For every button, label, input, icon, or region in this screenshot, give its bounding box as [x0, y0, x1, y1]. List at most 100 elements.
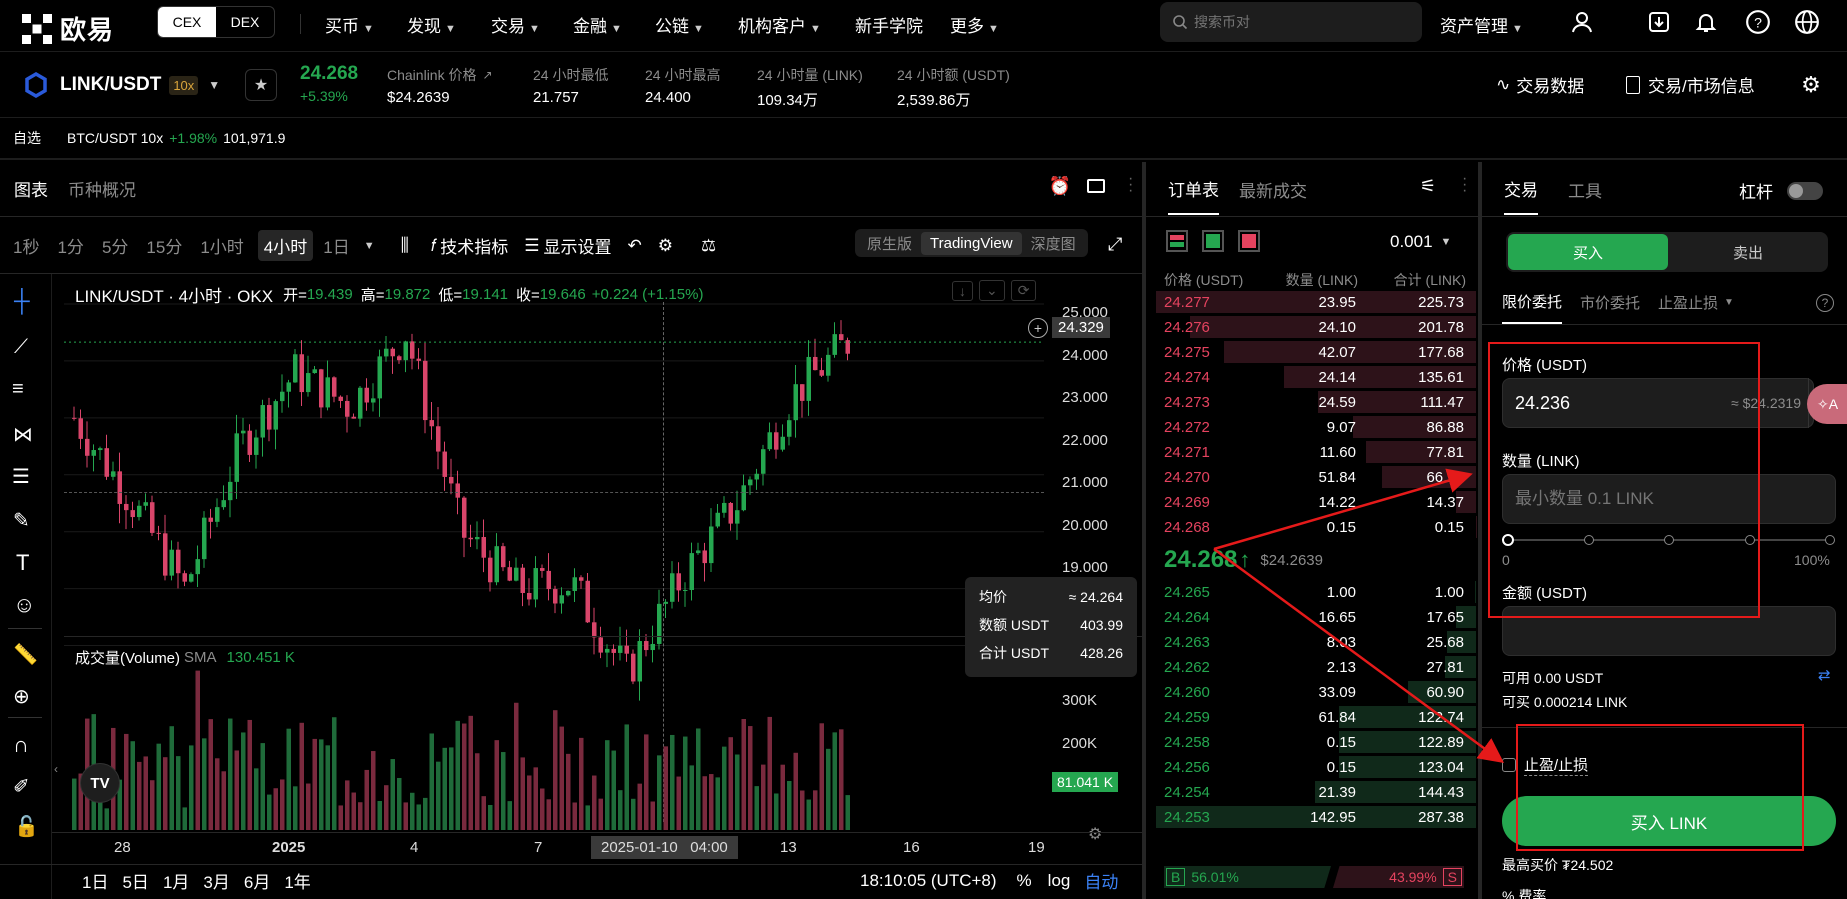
favorite-star-icon[interactable]: ★ — [245, 69, 277, 101]
range-5d[interactable]: 5日 — [122, 868, 148, 893]
both-sides-icon[interactable] — [1166, 230, 1188, 252]
filter-settings-icon[interactable]: ⚟ — [1420, 176, 1436, 197]
external-link-icon[interactable]: ↗ — [482, 68, 492, 82]
magnet-icon[interactable]: ∩ — [13, 732, 29, 758]
add-alert-icon[interactable]: ⏰ — [1046, 172, 1074, 200]
interval-1d[interactable]: 1日 — [323, 233, 349, 258]
ask-row[interactable]: 24.269 14.22 14.37 — [1146, 490, 1476, 515]
range-3m[interactable]: 3月 — [203, 868, 229, 893]
text-tool-icon[interactable]: T — [16, 550, 29, 576]
bid-row[interactable]: 24.254 21.39 144.43 — [1146, 780, 1476, 805]
market-info-link[interactable]: 交易/市场信息 — [1626, 72, 1755, 97]
range-1d[interactable]: 1日 — [82, 868, 108, 893]
asks-only-icon[interactable] — [1238, 230, 1260, 252]
interval-1s[interactable]: 1秒 — [13, 233, 39, 258]
indicators-button[interactable]: 𝑓 技术指标 — [431, 233, 508, 258]
percent-toggle[interactable]: % — [1017, 871, 1032, 891]
tab-trade[interactable]: 交易 — [1504, 176, 1538, 215]
gear-icon[interactable]: ⚙ — [658, 236, 673, 256]
bell-icon[interactable] — [1692, 8, 1720, 36]
favorite-item[interactable]: BTC/USDT 10x +1.98% 101,971.9 — [67, 130, 285, 146]
search-box[interactable] — [1160, 2, 1422, 42]
help-icon[interactable]: ? — [1744, 8, 1772, 36]
ask-row[interactable]: 24.275 42.07 177.68 — [1146, 340, 1476, 365]
bid-row[interactable]: 24.253 142.95 287.38 — [1146, 805, 1476, 830]
bids-only-icon[interactable] — [1202, 230, 1224, 252]
ruler-icon[interactable]: 📏 — [13, 642, 38, 667]
view-tradingview[interactable]: TradingView — [921, 231, 1022, 255]
leverage-toggle[interactable] — [1787, 181, 1823, 200]
range-1m[interactable]: 1月 — [163, 868, 189, 893]
display-settings-button[interactable]: ☰ 显示设置 — [524, 233, 611, 258]
emoji-icon[interactable]: ☺ — [13, 592, 35, 618]
candle-type-icon[interactable]: ⫼ — [401, 235, 409, 256]
ask-row[interactable]: 24.277 23.95 225.73 — [1146, 290, 1476, 315]
bid-row[interactable]: 24.260 33.09 60.90 — [1146, 680, 1476, 705]
trendline-icon[interactable]: ⟋ — [14, 336, 28, 359]
bid-row[interactable]: 24.265 1.00 1.00 — [1146, 580, 1476, 605]
scale-icon[interactable]: ⚖ — [701, 236, 716, 256]
globe-icon[interactable] — [1793, 8, 1821, 36]
ask-row[interactable]: 24.272 9.07 86.88 — [1146, 415, 1476, 440]
ask-row[interactable]: 24.268 0.15 0.15 — [1146, 515, 1476, 540]
ask-row[interactable]: 24.274 24.14 135.61 — [1146, 365, 1476, 390]
floating-ai-badge[interactable]: ✧A — [1807, 384, 1847, 424]
interval-5m[interactable]: 5分 — [102, 233, 128, 258]
order-type-market[interactable]: 市价委托 — [1580, 292, 1640, 323]
tab-chart[interactable]: 图表 — [14, 176, 48, 201]
pencil-lock-icon[interactable]: ✐ — [13, 774, 30, 799]
trade-data-link[interactable]: ∿ 交易数据 — [1496, 72, 1584, 97]
pair-selector[interactable]: LINK/USDT 10x ▼ — [24, 72, 220, 98]
user-icon[interactable] — [1568, 8, 1596, 36]
nav-finance[interactable]: 金融 ▼ — [573, 12, 622, 37]
interval-15m[interactable]: 15分 — [146, 233, 182, 258]
interval-1h[interactable]: 1小时 — [200, 233, 243, 258]
plus-circle-icon[interactable]: + — [1028, 317, 1048, 338]
pattern-icon[interactable]: ⋈ — [13, 422, 33, 447]
fullscreen-icon[interactable]: ⤢ — [1108, 234, 1122, 255]
search-input[interactable] — [1194, 14, 1394, 30]
more-vertical-icon[interactable]: · · · — [1128, 171, 1133, 199]
more-vertical-icon[interactable]: · · · — [1462, 171, 1467, 199]
bid-row[interactable]: 24.262 2.13 27.81 — [1146, 655, 1476, 680]
slider-mark-100[interactable] — [1825, 535, 1835, 545]
interval-4h[interactable]: 4小时 — [257, 230, 314, 261]
nav-academy[interactable]: 新手学院 — [855, 12, 923, 37]
download-icon[interactable] — [1645, 8, 1673, 36]
nav-chain[interactable]: 公链 ▼ — [655, 12, 704, 37]
order-type-tpsl[interactable]: 止盈止损 — [1658, 292, 1718, 323]
range-1y[interactable]: 1年 — [284, 868, 310, 893]
bid-row[interactable]: 24.259 61.84 122.74 — [1146, 705, 1476, 730]
tab-tools[interactable]: 工具 — [1568, 177, 1602, 214]
nav-more[interactable]: 更多 ▼ — [950, 12, 999, 37]
ask-row[interactable]: 24.270 51.84 66.21 — [1146, 465, 1476, 490]
cex-dex-switch[interactable]: CEX DEX — [157, 6, 275, 38]
ask-row[interactable]: 24.271 11.60 77.81 — [1146, 440, 1476, 465]
auto-toggle[interactable]: 自动 — [1084, 868, 1118, 893]
nav-discover[interactable]: 发现 ▼ — [407, 12, 456, 37]
tpsl-checkbox[interactable] — [1502, 758, 1516, 772]
ask-row[interactable]: 24.276 24.10 201.78 — [1146, 315, 1476, 340]
tab-orderbook[interactable]: 订单表 — [1168, 176, 1219, 215]
chevron-down-icon[interactable]: ▼ — [364, 240, 375, 252]
sell-tab[interactable]: 卖出 — [1668, 242, 1828, 263]
interval-1m[interactable]: 1分 — [57, 233, 83, 258]
nav-buy-crypto[interactable]: 买币 ▼ — [325, 12, 374, 37]
settings-gear-icon[interactable]: ⚙ — [1797, 71, 1825, 99]
fib-icon[interactable]: ☰ — [12, 464, 30, 489]
tradingview-logo[interactable]: TV — [80, 763, 120, 803]
collapse-arrow-icon[interactable]: ‹ — [54, 762, 58, 776]
bid-row[interactable]: 24.258 0.15 122.89 — [1146, 730, 1476, 755]
chevron-down-icon[interactable]: ▼ — [1724, 297, 1734, 318]
help-icon[interactable]: ? — [1816, 294, 1834, 312]
precision-select[interactable]: 0.001 ▼ — [1390, 232, 1451, 252]
nav-institutional[interactable]: 机构客户 ▼ — [738, 12, 821, 37]
nav-asset-management[interactable]: 资产管理 ▼ — [1440, 12, 1523, 37]
undo-icon[interactable]: ↶ — [627, 236, 641, 256]
bid-row[interactable]: 24.256 0.15 123.04 — [1146, 755, 1476, 780]
brush-icon[interactable]: ✎ — [13, 508, 30, 533]
tab-recent-trades[interactable]: 最新成交 — [1239, 177, 1307, 214]
log-toggle[interactable]: log — [1048, 871, 1071, 891]
bid-row[interactable]: 24.263 8.03 25.68 — [1146, 630, 1476, 655]
order-type-limit[interactable]: 限价委托 — [1502, 291, 1563, 324]
